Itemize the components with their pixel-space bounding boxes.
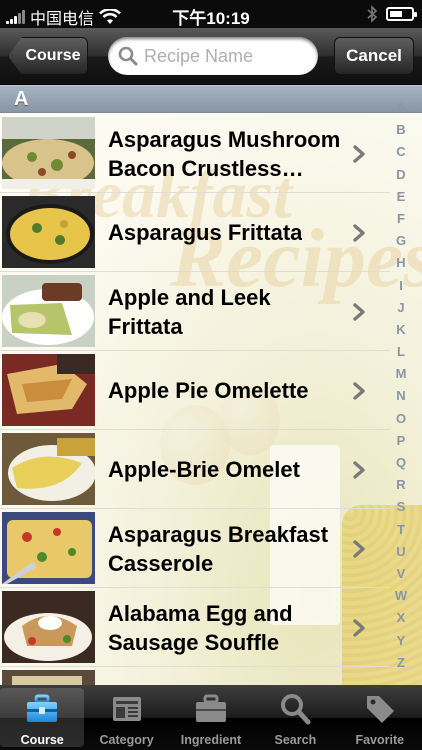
recipe-title: Asparagus Mushroom Bacon Crustless Quich… bbox=[108, 126, 341, 181]
index-letter[interactable]: I bbox=[399, 275, 403, 297]
chevron-right-icon bbox=[353, 619, 365, 637]
recipe-thumbnail bbox=[2, 275, 95, 347]
index-letter[interactable]: X bbox=[397, 607, 406, 629]
index-letter[interactable]: L bbox=[397, 341, 405, 363]
chevron-right-icon bbox=[353, 461, 365, 479]
cancel-button[interactable]: Cancel bbox=[334, 37, 414, 75]
recipe-row[interactable]: Apple-Brie Omelet bbox=[0, 430, 390, 509]
bluetooth-icon bbox=[367, 5, 378, 23]
status-time: 下午10:19 bbox=[172, 9, 250, 28]
recipe-thumbnail bbox=[2, 512, 95, 584]
index-letter[interactable]: V bbox=[397, 563, 406, 585]
index-letter[interactable]: C bbox=[396, 141, 405, 163]
recipe-title: Apple and Leek Frittata bbox=[108, 284, 271, 339]
chevron-right-icon bbox=[353, 224, 365, 242]
tab-label: Favorite bbox=[355, 733, 405, 747]
section-header-a: A bbox=[0, 85, 422, 113]
tab-favorite[interactable]: Favorite bbox=[338, 685, 422, 750]
index-letter[interactable]: K bbox=[396, 319, 405, 341]
tab-category[interactable]: Category bbox=[84, 685, 168, 750]
index-letter[interactable]: Q bbox=[396, 452, 406, 474]
index-letter[interactable]: H bbox=[396, 252, 405, 274]
index-letter[interactable]: U bbox=[396, 541, 405, 563]
recipe-title: Apple-Brie Omelet bbox=[108, 457, 300, 482]
index-letter[interactable]: D bbox=[396, 164, 405, 186]
tab-label: Search bbox=[274, 733, 317, 747]
search-field[interactable] bbox=[108, 37, 318, 75]
recipe-thumbnail bbox=[2, 433, 95, 505]
recipe-title: Alabama Egg and Sausage Souffle bbox=[108, 600, 293, 655]
index-letter[interactable]: P bbox=[397, 430, 406, 452]
recipe-thumbnail bbox=[2, 196, 95, 268]
recipe-row[interactable]: Asparagus Mushroom Bacon Crustless Quich… bbox=[0, 114, 390, 193]
toolbox-icon bbox=[25, 692, 59, 726]
index-letter[interactable]: A bbox=[396, 97, 405, 119]
recipe-thumbnail bbox=[2, 117, 95, 189]
index-letter[interactable]: Y bbox=[397, 630, 406, 652]
search-icon bbox=[278, 692, 312, 726]
recipe-title: Asparagus Frittata bbox=[108, 220, 303, 245]
tab-bar: Course Category Ingredient Search Favori… bbox=[0, 685, 422, 750]
index-letter[interactable]: W bbox=[395, 585, 407, 607]
index-letter[interactable]: R bbox=[396, 474, 405, 496]
index-letter[interactable]: G bbox=[396, 230, 406, 252]
recipe-thumbnail bbox=[2, 670, 95, 685]
recipe-row[interactable]: Apple and Leek Frittata bbox=[0, 272, 390, 351]
recipe-row[interactable]: Asparagus Breakfast Casserole bbox=[0, 509, 390, 588]
chevron-right-icon bbox=[353, 145, 365, 163]
tag-icon bbox=[363, 692, 397, 726]
category-icon bbox=[110, 692, 144, 726]
tab-search[interactable]: Search bbox=[253, 685, 337, 750]
tab-label: Category bbox=[99, 733, 154, 747]
index-letter[interactable]: B bbox=[396, 119, 405, 141]
tab-course[interactable]: Course bbox=[0, 688, 85, 747]
chevron-right-icon bbox=[353, 382, 365, 400]
recipe-name-search-input[interactable] bbox=[144, 45, 314, 67]
index-letter[interactable]: N bbox=[396, 385, 405, 407]
search-icon bbox=[118, 46, 138, 66]
index-letter[interactable]: E bbox=[397, 186, 406, 208]
status-bar: 中国电信 下午10:19 bbox=[0, 0, 422, 28]
recipe-title: Apple Pie Omelette bbox=[108, 378, 309, 403]
recipe-title: Asparagus Breakfast Casserole bbox=[108, 521, 329, 576]
tab-label: Course bbox=[20, 733, 64, 747]
index-letter[interactable]: J bbox=[397, 297, 404, 319]
recipe-thumbnail bbox=[2, 591, 95, 663]
index-letter[interactable]: F bbox=[397, 208, 405, 230]
index-letter[interactable]: T bbox=[397, 519, 405, 541]
recipe-row[interactable]: Alabama Egg and Sausage Souffle bbox=[0, 588, 390, 667]
search-navigation-bar: Course Cancel bbox=[0, 28, 422, 85]
index-letter[interactable]: O bbox=[396, 408, 406, 430]
chevron-right-icon bbox=[353, 303, 365, 321]
battery-icon bbox=[386, 7, 417, 21]
chevron-right-icon bbox=[353, 540, 365, 558]
index-letter[interactable]: Z bbox=[397, 652, 405, 674]
briefcase-icon bbox=[194, 692, 228, 726]
alphabet-index[interactable]: A B C D E F G H I J K L M N O P Q R S T … bbox=[390, 97, 412, 685]
tab-ingredient[interactable]: Ingredient bbox=[169, 685, 253, 750]
index-letter[interactable]: M bbox=[396, 363, 407, 385]
recipe-thumbnail bbox=[2, 354, 95, 426]
recipe-row-partial[interactable] bbox=[0, 667, 390, 685]
tab-label: Ingredient bbox=[180, 733, 242, 747]
recipe-row[interactable]: Asparagus Frittata bbox=[0, 193, 390, 272]
course-back-button[interactable]: Course bbox=[8, 37, 88, 75]
index-letter[interactable]: S bbox=[397, 496, 406, 518]
recipe-list[interactable]: Breakfast Recipes A Asparagus Mushroom B… bbox=[0, 85, 422, 685]
recipe-row[interactable]: Apple Pie Omelette bbox=[0, 351, 390, 430]
